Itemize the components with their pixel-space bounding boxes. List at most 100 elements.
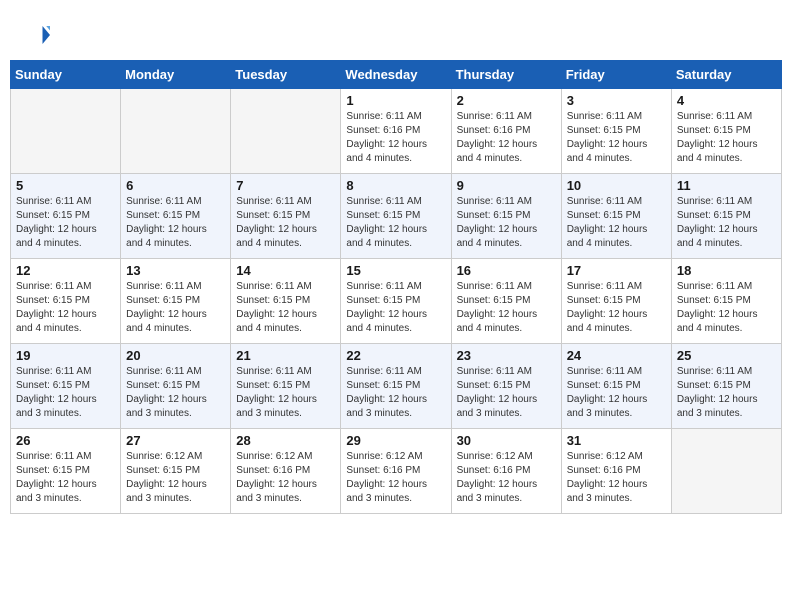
calendar-day-cell: 10 Sunrise: 6:11 AMSunset: 6:15 PMDayligh… <box>561 174 671 259</box>
day-number: 14 <box>236 263 335 278</box>
day-number: 29 <box>346 433 445 448</box>
day-info: Sunrise: 6:11 AMSunset: 6:15 PMDaylight:… <box>346 365 445 421</box>
calendar-week-row: 5 Sunrise: 6:11 AMSunset: 6:15 PMDaylight… <box>11 174 782 259</box>
day-number: 16 <box>457 263 556 278</box>
calendar-day-cell: 17 Sunrise: 6:11 AMSunset: 6:15 PMDayligh… <box>561 259 671 344</box>
weekday-header-sunday: Sunday <box>11 61 121 89</box>
day-number: 6 <box>126 178 225 193</box>
calendar-header-row: SundayMondayTuesdayWednesdayThursdayFrid… <box>11 61 782 89</box>
calendar-day-cell <box>121 89 231 174</box>
day-number: 10 <box>567 178 666 193</box>
weekday-header-saturday: Saturday <box>671 61 781 89</box>
day-number: 26 <box>16 433 115 448</box>
calendar-day-cell: 12Sunrise: 6:11 AMSunset: 6:15 PMDayligh… <box>11 259 121 344</box>
day-info: Sunrise: 6:12 AMSunset: 6:16 PMDaylight:… <box>567 450 666 506</box>
day-info: Sunrise: 6:11 AMSunset: 6:15 PMDaylight:… <box>567 280 666 336</box>
calendar-day-cell: 30 Sunrise: 6:12 AMSunset: 6:16 PMDayligh… <box>451 429 561 514</box>
calendar-day-cell: 22 Sunrise: 6:11 AMSunset: 6:15 PMDayligh… <box>341 344 451 429</box>
day-info: Sunrise: 6:11 AMSunset: 6:15 PMDaylight:… <box>677 365 776 421</box>
day-info: Sunrise: 6:11 AMSunset: 6:16 PMDaylight:… <box>346 110 445 166</box>
header <box>10 10 782 55</box>
calendar-day-cell: 19Sunrise: 6:11 AMSunset: 6:15 PMDayligh… <box>11 344 121 429</box>
calendar-day-cell: 20 Sunrise: 6:11 AMSunset: 6:15 PMDayligh… <box>121 344 231 429</box>
calendar-day-cell: 21Sunrise: 6:11 AMSunset: 6:15 PMDayligh… <box>231 344 341 429</box>
calendar-day-cell: 18 Sunrise: 6:11 AMSunset: 6:15 PMDayligh… <box>671 259 781 344</box>
calendar-week-row: 1Sunrise: 6:11 AMSunset: 6:16 PMDaylight… <box>11 89 782 174</box>
day-info: Sunrise: 6:11 AMSunset: 6:15 PMDaylight:… <box>567 365 666 421</box>
day-number: 28 <box>236 433 335 448</box>
day-info: Sunrise: 6:11 AMSunset: 6:15 PMDaylight:… <box>16 195 115 251</box>
calendar-day-cell: 8Sunrise: 6:11 AMSunset: 6:15 PMDaylight… <box>341 174 451 259</box>
day-info: Sunrise: 6:11 AMSunset: 6:15 PMDaylight:… <box>457 280 556 336</box>
weekday-header-thursday: Thursday <box>451 61 561 89</box>
weekday-header-tuesday: Tuesday <box>231 61 341 89</box>
day-info: Sunrise: 6:11 AMSunset: 6:15 PMDaylight:… <box>677 110 776 166</box>
day-info: Sunrise: 6:12 AMSunset: 6:16 PMDaylight:… <box>457 450 556 506</box>
calendar-day-cell <box>671 429 781 514</box>
calendar-week-row: 12Sunrise: 6:11 AMSunset: 6:15 PMDayligh… <box>11 259 782 344</box>
calendar-day-cell: 9 Sunrise: 6:11 AMSunset: 6:15 PMDaylight… <box>451 174 561 259</box>
calendar-day-cell: 2Sunrise: 6:11 AMSunset: 6:16 PMDaylight… <box>451 89 561 174</box>
day-info: Sunrise: 6:11 AMSunset: 6:15 PMDaylight:… <box>677 280 776 336</box>
weekday-header-wednesday: Wednesday <box>341 61 451 89</box>
calendar-day-cell: 3Sunrise: 6:11 AMSunset: 6:15 PMDaylight… <box>561 89 671 174</box>
day-number: 20 <box>126 348 225 363</box>
day-info: Sunrise: 6:12 AMSunset: 6:16 PMDaylight:… <box>236 450 335 506</box>
day-number: 27 <box>126 433 225 448</box>
day-number: 21 <box>236 348 335 363</box>
day-info: Sunrise: 6:12 AMSunset: 6:16 PMDaylight:… <box>346 450 445 506</box>
day-number: 13 <box>126 263 225 278</box>
calendar-day-cell: 28 Sunrise: 6:12 AMSunset: 6:16 PMDayligh… <box>231 429 341 514</box>
calendar-day-cell: 23Sunrise: 6:11 AMSunset: 6:15 PMDayligh… <box>451 344 561 429</box>
day-info: Sunrise: 6:11 AMSunset: 6:16 PMDaylight:… <box>457 110 556 166</box>
day-info: Sunrise: 6:11 AMSunset: 6:15 PMDaylight:… <box>126 280 225 336</box>
day-number: 23 <box>457 348 556 363</box>
day-info: Sunrise: 6:11 AMSunset: 6:15 PMDaylight:… <box>346 195 445 251</box>
day-info: Sunrise: 6:11 AMSunset: 6:15 PMDaylight:… <box>567 195 666 251</box>
calendar-day-cell <box>11 89 121 174</box>
day-info: Sunrise: 6:11 AMSunset: 6:15 PMDaylight:… <box>126 195 225 251</box>
calendar-day-cell: 24 Sunrise: 6:11 AMSunset: 6:15 PMDayligh… <box>561 344 671 429</box>
calendar-day-cell: 26Sunrise: 6:11 AMSunset: 6:15 PMDayligh… <box>11 429 121 514</box>
calendar-day-cell: 25Sunrise: 6:11 AMSunset: 6:15 PMDayligh… <box>671 344 781 429</box>
calendar-day-cell: 11 Sunrise: 6:11 AMSunset: 6:15 PMDayligh… <box>671 174 781 259</box>
calendar-day-cell <box>231 89 341 174</box>
day-info: Sunrise: 6:11 AMSunset: 6:15 PMDaylight:… <box>126 365 225 421</box>
day-number: 31 <box>567 433 666 448</box>
calendar-table: SundayMondayTuesdayWednesdayThursdayFrid… <box>10 60 782 514</box>
day-info: Sunrise: 6:11 AMSunset: 6:15 PMDaylight:… <box>346 280 445 336</box>
day-info: Sunrise: 6:11 AMSunset: 6:15 PMDaylight:… <box>236 195 335 251</box>
day-number: 4 <box>677 93 776 108</box>
day-info: Sunrise: 6:11 AMSunset: 6:15 PMDaylight:… <box>16 280 115 336</box>
day-info: Sunrise: 6:11 AMSunset: 6:15 PMDaylight:… <box>457 195 556 251</box>
logo <box>20 20 54 50</box>
day-number: 24 <box>567 348 666 363</box>
day-number: 11 <box>677 178 776 193</box>
calendar-day-cell: 14 Sunrise: 6:11 AMSunset: 6:15 PMDayligh… <box>231 259 341 344</box>
calendar-day-cell: 16 Sunrise: 6:11 AMSunset: 6:15 PMDayligh… <box>451 259 561 344</box>
day-number: 18 <box>677 263 776 278</box>
day-info: Sunrise: 6:11 AMSunset: 6:15 PMDaylight:… <box>567 110 666 166</box>
day-number: 17 <box>567 263 666 278</box>
calendar-day-cell: 5 Sunrise: 6:11 AMSunset: 6:15 PMDaylight… <box>11 174 121 259</box>
calendar-day-cell: 4 Sunrise: 6:11 AMSunset: 6:15 PMDaylight… <box>671 89 781 174</box>
calendar-day-cell: 29 Sunrise: 6:12 AMSunset: 6:16 PMDayligh… <box>341 429 451 514</box>
calendar-day-cell: 27 Sunrise: 6:12 AMSunset: 6:15 PMDayligh… <box>121 429 231 514</box>
day-number: 5 <box>16 178 115 193</box>
day-number: 30 <box>457 433 556 448</box>
calendar-day-cell: 15 Sunrise: 6:11 AMSunset: 6:15 PMDayligh… <box>341 259 451 344</box>
day-info: Sunrise: 6:11 AMSunset: 6:15 PMDaylight:… <box>236 280 335 336</box>
day-number: 9 <box>457 178 556 193</box>
logo-icon <box>20 20 50 50</box>
day-number: 19 <box>16 348 115 363</box>
calendar-day-cell: 7Sunrise: 6:11 AMSunset: 6:15 PMDaylight… <box>231 174 341 259</box>
weekday-header-monday: Monday <box>121 61 231 89</box>
calendar-day-cell: 31 Sunrise: 6:12 AMSunset: 6:16 PMDayligh… <box>561 429 671 514</box>
calendar-week-row: 26Sunrise: 6:11 AMSunset: 6:15 PMDayligh… <box>11 429 782 514</box>
day-number: 15 <box>346 263 445 278</box>
calendar-week-row: 19 Sunrise: 6:11 AMSunset: 6:15 PMDayligh… <box>11 344 782 429</box>
calendar-day-cell: 13 Sunrise: 6:11 AMSunset: 6:15 PMDayligh… <box>121 259 231 344</box>
day-info: Sunrise: 6:12 AMSunset: 6:15 PMDaylight:… <box>126 450 225 506</box>
day-number: 22 <box>346 348 445 363</box>
day-info: Sunrise: 6:11 AMSunset: 6:15 PMDaylight:… <box>677 195 776 251</box>
